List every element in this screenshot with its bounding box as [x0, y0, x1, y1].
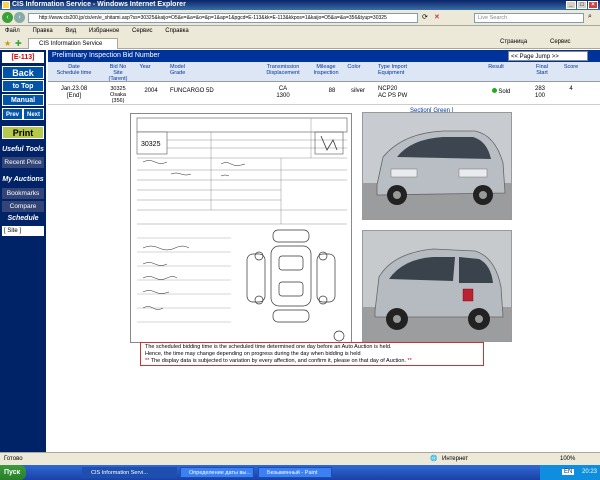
useful-tools-label: Useful Tools [2, 146, 44, 153]
task-paint[interactable]: Безымянный - Paint [258, 467, 332, 478]
compare-link[interactable]: Compare [2, 201, 44, 212]
cell-date: Jan.23.08 [End] [60, 86, 88, 99]
back-button[interactable]: Back [2, 66, 44, 79]
recent-price-link[interactable]: Recent Price [2, 157, 44, 168]
cell-result: Sold [486, 88, 516, 96]
system-tray: EN 20:23 [540, 465, 600, 480]
tab-cis[interactable]: CIS Information Service [28, 38, 118, 49]
page-header: Preliminary Inspection Bid Number << Pag… [48, 50, 600, 62]
col-result: Result [488, 64, 504, 70]
maximize-button[interactable]: □ [577, 1, 587, 9]
car-photo-front[interactable] [362, 112, 512, 220]
status-text: Готово [4, 456, 23, 462]
inspection-sheet-drawing: 30325 [136, 117, 348, 342]
add-favorite-icon[interactable]: ✚ [15, 39, 22, 48]
print-button[interactable]: Print [2, 126, 44, 139]
col-model: Model Grade [170, 64, 186, 76]
cell-year: 2004 [144, 88, 158, 94]
window-titlebar: CIS Information Service - Windows Intern… [0, 0, 600, 10]
refresh-icon[interactable]: ⟳ [422, 13, 428, 21]
col-final: Final Start [536, 64, 548, 76]
notice-line-3: The display data is subjected to variati… [150, 358, 406, 364]
task-cis[interactable]: CIS Information Servi... [82, 467, 177, 478]
minimize-button[interactable]: _ [566, 1, 576, 9]
inspection-sheet-image[interactable]: 30325 [130, 113, 352, 343]
to-top-button[interactable]: to Top [2, 80, 44, 92]
cell-final: 283 100 [534, 86, 545, 99]
window-title: CIS Information Service - Windows Intern… [12, 1, 186, 8]
address-bar-row: ‹ › http://www.cis200.jp/cis/en/e_shitam… [0, 10, 600, 26]
bookmarks-link[interactable]: Bookmarks [2, 188, 44, 199]
tab-bar: ★ ✚ CIS Information Service Страница Сер… [0, 37, 600, 49]
page-jump-select[interactable]: << Page Jump >> [508, 51, 588, 61]
next-button[interactable]: Next [23, 108, 44, 120]
sheet-lot-number: 30325 [141, 141, 161, 148]
clock: 20:23 [581, 469, 597, 475]
cell-bidno[interactable]: 30325 Osaka (356) [100, 86, 136, 104]
my-auctions-label: My Auctions [2, 176, 44, 183]
notice-box: The scheduled bidding time is the schedu… [140, 342, 484, 366]
col-trans: Transmission Displacement [266, 64, 300, 76]
col-mileage: Mileage Inspection [313, 64, 339, 76]
car-diagram [246, 229, 345, 342]
sold-status-icon [491, 88, 497, 93]
start-button[interactable]: Пуск [0, 465, 26, 480]
cell-score: 4 [569, 86, 573, 92]
forward-nav-button[interactable]: › [14, 12, 25, 23]
notice-line-2: Hence, the time may change depending on … [145, 351, 361, 357]
page-menu-button[interactable]: Страница [500, 39, 527, 45]
site-select[interactable]: [ Site ] [2, 226, 44, 236]
lang-indicator[interactable]: EN [561, 469, 575, 475]
menu-favorites[interactable]: Избранное [89, 28, 119, 34]
sidebar-code: [E-113] [2, 52, 44, 63]
taskbar: Пуск CIS Information Servi... Определени… [0, 465, 600, 480]
close-button[interactable]: × [588, 1, 598, 9]
search-input[interactable]: Live Search [474, 13, 584, 23]
table-row[interactable]: Jan.23.08 [End] 30325 Osaka (356) 2004 F… [48, 83, 600, 105]
sidebar: [E-113] Back to Top Manual Prev Next Pri… [0, 50, 46, 452]
cell-trans: CA 1300 [276, 86, 290, 99]
status-bar: Готово 🌐 Интернет 100% [0, 452, 600, 465]
url-field[interactable]: http://www.cis200.jp/cis/en/e_shitami.as… [28, 13, 418, 23]
prev-button[interactable]: Prev [2, 108, 23, 120]
col-date: Date Schedule time [56, 64, 92, 76]
notice-line-3-wrap: ** The display data is subjected to vari… [145, 358, 479, 365]
table-header: Date Schedule time Bid No Site (Tarent) … [48, 62, 600, 82]
result-sold: Sold [498, 89, 511, 95]
col-color: Color [347, 64, 361, 70]
menu-view[interactable]: Вид [65, 28, 76, 34]
cell-mileage: 88 [328, 88, 336, 94]
notice-line-1: The scheduled bidding time is the schedu… [145, 344, 392, 350]
stop-icon[interactable]: ✕ [434, 13, 440, 21]
schedule-label[interactable]: Schedule [2, 215, 44, 222]
col-type: Type Import Equipment [378, 64, 408, 76]
tools-menu-button[interactable]: Сервис [550, 39, 571, 45]
menu-help[interactable]: Справка [165, 28, 189, 34]
page-title: Preliminary Inspection Bid Number [52, 52, 160, 59]
col-year: Year [139, 64, 151, 70]
manual-button[interactable]: Manual [2, 94, 44, 106]
car-photo-rear[interactable] [362, 230, 512, 342]
favorites-star-icon[interactable]: ★ [4, 39, 11, 48]
back-nav-button[interactable]: ‹ [2, 12, 13, 23]
task-opredelenie[interactable]: Определение даты вы... [180, 467, 254, 478]
notice-star: ** [145, 358, 150, 364]
notice-star-end: ** [407, 358, 412, 364]
menu-tools[interactable]: Сервис [132, 28, 153, 34]
menu-file[interactable]: Файл [5, 28, 20, 34]
cell-model: FUNCARGO 5D [170, 88, 214, 94]
ie-icon [2, 1, 10, 9]
col-bidno: Bid No Site (Tarent) [108, 64, 128, 82]
col-score: Score [563, 64, 579, 70]
search-icon[interactable]: ⌕ [588, 13, 592, 21]
menu-bar: Файл Правка Вид Избранное Сервис Справка [0, 26, 600, 37]
page-content: [E-113] Back to Top Manual Prev Next Pri… [0, 50, 600, 452]
cell-color: silver [350, 88, 365, 94]
menu-edit[interactable]: Правка [32, 28, 52, 34]
cell-type: NCP20 AC PS PW [378, 86, 408, 99]
